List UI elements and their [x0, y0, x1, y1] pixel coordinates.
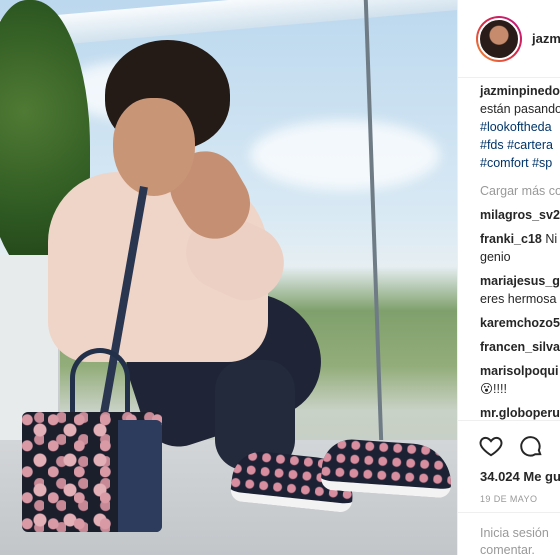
comment-username[interactable]: mr.globoperu — [480, 406, 560, 420]
caption-text: están pasando — [480, 102, 560, 116]
comments-section: jazminpinedo están pasando #lookoftheda … — [480, 82, 560, 422]
comment-icon[interactable] — [518, 433, 544, 459]
post-actions: 34.024 Me gu 19 DE MAYO — [458, 420, 560, 504]
comment-username[interactable]: mariajesus_gu — [480, 274, 560, 288]
comment-text: eres hermosa — [480, 292, 557, 306]
cloud — [250, 120, 440, 190]
handbag-side-panel — [118, 420, 162, 532]
comment-text: 😮!!!! — [480, 382, 507, 396]
comment-username[interactable]: franki_c18 — [480, 232, 542, 246]
header-username[interactable]: jazmi — [532, 31, 560, 46]
action-icons — [458, 421, 560, 459]
post-photo[interactable] — [0, 0, 457, 555]
comment: karemchozo5 — [480, 314, 560, 332]
comment-username[interactable]: francen_silva — [480, 340, 560, 354]
caption-username[interactable]: jazminpinedo — [480, 82, 560, 100]
comment: milagros_sv2 — [480, 206, 560, 224]
post-date: 19 DE MAYO — [480, 494, 538, 504]
comment-text: genio — [480, 250, 511, 264]
post-header: jazmi — [458, 0, 560, 78]
hashtag[interactable]: #fds #cartera — [480, 136, 560, 154]
likes-count[interactable]: 34.024 Me gu — [458, 459, 560, 484]
heart-icon[interactable] — [478, 433, 504, 459]
comment: mariajesus_gu eres hermosa — [480, 272, 560, 308]
avatar-image — [478, 17, 520, 60]
avatar[interactable] — [476, 15, 522, 62]
comment-username[interactable]: karemchozo5 — [480, 316, 560, 330]
comment: franki_c18 Ni genio — [480, 230, 560, 266]
comment: francen_silva F — [480, 338, 560, 356]
load-more-comments-link[interactable]: Cargar más co — [480, 182, 560, 200]
comment: marisolpoqui 😮!!!! — [480, 362, 560, 398]
post-sidebar: jazmi jazminpinedo están pasando #lookof… — [457, 0, 560, 555]
face — [113, 98, 195, 196]
comment-text: Ni — [545, 232, 558, 246]
comment-username[interactable]: milagros_sv2 — [480, 208, 560, 222]
login-prompt: Inicia sesión comentar. — [458, 512, 560, 555]
comment-username[interactable]: marisolpoqui — [480, 364, 558, 378]
hashtag[interactable]: #comfort #sp — [480, 154, 560, 172]
login-link[interactable]: Inicia sesión — [480, 525, 560, 542]
glass-railing — [363, 0, 385, 470]
login-prompt-text: comentar. — [480, 543, 535, 555]
hashtag[interactable]: #lookoftheda — [480, 118, 560, 136]
